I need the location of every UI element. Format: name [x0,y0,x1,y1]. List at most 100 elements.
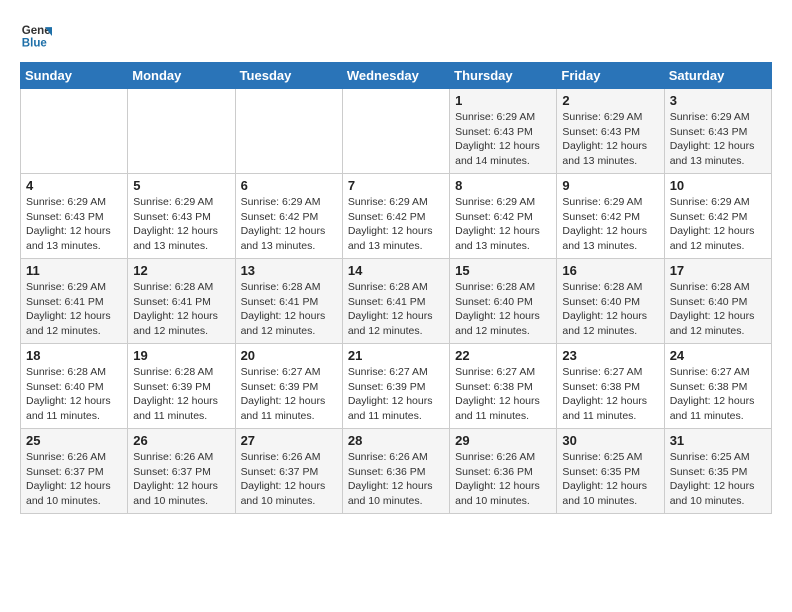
day-info: Sunrise: 6:28 AM Sunset: 6:40 PM Dayligh… [670,280,766,339]
col-wednesday: Wednesday [342,63,449,89]
day-number: 12 [133,263,229,278]
calendar-week-1: 1 Sunrise: 6:29 AM Sunset: 6:43 PM Daylig… [21,89,772,174]
calendar-week-2: 4 Sunrise: 6:29 AM Sunset: 6:43 PM Daylig… [21,174,772,259]
day-info: Sunrise: 6:28 AM Sunset: 6:40 PM Dayligh… [26,365,122,424]
calendar-cell: 9 Sunrise: 6:29 AM Sunset: 6:42 PM Daylig… [557,174,664,259]
calendar-cell: 24 Sunrise: 6:27 AM Sunset: 6:38 PM Dayli… [664,344,771,429]
calendar-cell [21,89,128,174]
day-info: Sunrise: 6:26 AM Sunset: 6:36 PM Dayligh… [455,450,551,509]
day-number: 4 [26,178,122,193]
calendar-cell: 22 Sunrise: 6:27 AM Sunset: 6:38 PM Dayli… [450,344,557,429]
day-number: 25 [26,433,122,448]
calendar-cell: 15 Sunrise: 6:28 AM Sunset: 6:40 PM Dayli… [450,259,557,344]
day-info: Sunrise: 6:29 AM Sunset: 6:43 PM Dayligh… [26,195,122,254]
calendar-cell: 16 Sunrise: 6:28 AM Sunset: 6:40 PM Dayli… [557,259,664,344]
svg-text:General: General [22,25,52,37]
header: General Blue [20,20,772,52]
calendar-cell: 6 Sunrise: 6:29 AM Sunset: 6:42 PM Daylig… [235,174,342,259]
day-info: Sunrise: 6:27 AM Sunset: 6:38 PM Dayligh… [455,365,551,424]
calendar-cell: 11Sunrise: 6:29 AM Sunset: 6:41 PM Dayli… [21,259,128,344]
calendar-cell [128,89,235,174]
calendar-cell: 21 Sunrise: 6:27 AM Sunset: 6:39 PM Dayli… [342,344,449,429]
logo-icon: General Blue [20,20,52,52]
calendar-cell: 29 Sunrise: 6:26 AM Sunset: 6:36 PM Dayli… [450,429,557,514]
day-info: Sunrise: 6:29 AM Sunset: 6:42 PM Dayligh… [455,195,551,254]
calendar-cell: 17 Sunrise: 6:28 AM Sunset: 6:40 PM Dayli… [664,259,771,344]
day-number: 18 [26,348,122,363]
day-number: 1 [455,93,551,108]
col-tuesday: Tuesday [235,63,342,89]
calendar-cell [235,89,342,174]
day-number: 17 [670,263,766,278]
calendar-cell: 4 Sunrise: 6:29 AM Sunset: 6:43 PM Daylig… [21,174,128,259]
day-number: 11 [26,263,122,278]
calendar-cell: 14Sunrise: 6:28 AM Sunset: 6:41 PM Dayli… [342,259,449,344]
calendar-cell: 25 Sunrise: 6:26 AM Sunset: 6:37 PM Dayli… [21,429,128,514]
day-info: Sunrise: 6:28 AM Sunset: 6:41 PM Dayligh… [133,280,229,339]
day-number: 6 [241,178,337,193]
day-number: 3 [670,93,766,108]
day-number: 7 [348,178,444,193]
calendar-cell: 10 Sunrise: 6:29 AM Sunset: 6:42 PM Dayli… [664,174,771,259]
day-number: 10 [670,178,766,193]
calendar-cell: 1 Sunrise: 6:29 AM Sunset: 6:43 PM Daylig… [450,89,557,174]
calendar-cell [342,89,449,174]
day-number: 21 [348,348,444,363]
day-number: 31 [670,433,766,448]
calendar-cell: 12 Sunrise: 6:28 AM Sunset: 6:41 PM Dayli… [128,259,235,344]
day-number: 5 [133,178,229,193]
day-info: Sunrise: 6:26 AM Sunset: 6:37 PM Dayligh… [26,450,122,509]
day-info: Sunrise: 6:29 AM Sunset: 6:43 PM Dayligh… [562,110,658,169]
day-info: Sunrise: 6:29 AM Sunset: 6:42 PM Dayligh… [670,195,766,254]
day-number: 13 [241,263,337,278]
calendar-table: Sunday Monday Tuesday Wednesday Thursday… [20,62,772,514]
day-info: Sunrise: 6:26 AM Sunset: 6:37 PM Dayligh… [133,450,229,509]
day-number: 30 [562,433,658,448]
day-number: 8 [455,178,551,193]
day-number: 29 [455,433,551,448]
day-info: Sunrise: 6:29 AM Sunset: 6:43 PM Dayligh… [670,110,766,169]
day-number: 26 [133,433,229,448]
day-info: Sunrise: 6:27 AM Sunset: 6:39 PM Dayligh… [348,365,444,424]
calendar-week-4: 18 Sunrise: 6:28 AM Sunset: 6:40 PM Dayli… [21,344,772,429]
day-number: 2 [562,93,658,108]
day-info: Sunrise: 6:28 AM Sunset: 6:39 PM Dayligh… [133,365,229,424]
day-info: Sunrise: 6:27 AM Sunset: 6:38 PM Dayligh… [670,365,766,424]
col-thursday: Thursday [450,63,557,89]
day-number: 23 [562,348,658,363]
calendar-cell: 8 Sunrise: 6:29 AM Sunset: 6:42 PM Daylig… [450,174,557,259]
day-number: 27 [241,433,337,448]
calendar-cell: 30Sunrise: 6:25 AM Sunset: 6:35 PM Dayli… [557,429,664,514]
day-number: 14 [348,263,444,278]
day-info: Sunrise: 6:29 AM Sunset: 6:42 PM Dayligh… [241,195,337,254]
day-info: Sunrise: 6:27 AM Sunset: 6:39 PM Dayligh… [241,365,337,424]
day-info: Sunrise: 6:28 AM Sunset: 6:40 PM Dayligh… [562,280,658,339]
calendar-body: 1 Sunrise: 6:29 AM Sunset: 6:43 PM Daylig… [21,89,772,514]
day-info: Sunrise: 6:27 AM Sunset: 6:38 PM Dayligh… [562,365,658,424]
logo: General Blue [20,20,56,52]
day-number: 22 [455,348,551,363]
calendar-cell: 20 Sunrise: 6:27 AM Sunset: 6:39 PM Dayli… [235,344,342,429]
col-friday: Friday [557,63,664,89]
calendar-cell: 2 Sunrise: 6:29 AM Sunset: 6:43 PM Daylig… [557,89,664,174]
day-info: Sunrise: 6:28 AM Sunset: 6:40 PM Dayligh… [455,280,551,339]
day-number: 9 [562,178,658,193]
calendar-cell: 23 Sunrise: 6:27 AM Sunset: 6:38 PM Dayli… [557,344,664,429]
calendar-cell: 3 Sunrise: 6:29 AM Sunset: 6:43 PM Daylig… [664,89,771,174]
day-info: Sunrise: 6:29 AM Sunset: 6:43 PM Dayligh… [133,195,229,254]
day-number: 19 [133,348,229,363]
day-info: Sunrise: 6:25 AM Sunset: 6:35 PM Dayligh… [670,450,766,509]
day-info: Sunrise: 6:29 AM Sunset: 6:42 PM Dayligh… [348,195,444,254]
day-info: Sunrise: 6:29 AM Sunset: 6:42 PM Dayligh… [562,195,658,254]
svg-text:Blue: Blue [22,38,48,50]
day-number: 15 [455,263,551,278]
calendar-cell: 27 Sunrise: 6:26 AM Sunset: 6:37 PM Dayli… [235,429,342,514]
day-number: 20 [241,348,337,363]
day-number: 16 [562,263,658,278]
day-info: Sunrise: 6:26 AM Sunset: 6:37 PM Dayligh… [241,450,337,509]
calendar-week-5: 25 Sunrise: 6:26 AM Sunset: 6:37 PM Dayli… [21,429,772,514]
calendar-cell: 26 Sunrise: 6:26 AM Sunset: 6:37 PM Dayli… [128,429,235,514]
day-number: 24 [670,348,766,363]
day-info: Sunrise: 6:29 AM Sunset: 6:43 PM Dayligh… [455,110,551,169]
col-saturday: Saturday [664,63,771,89]
